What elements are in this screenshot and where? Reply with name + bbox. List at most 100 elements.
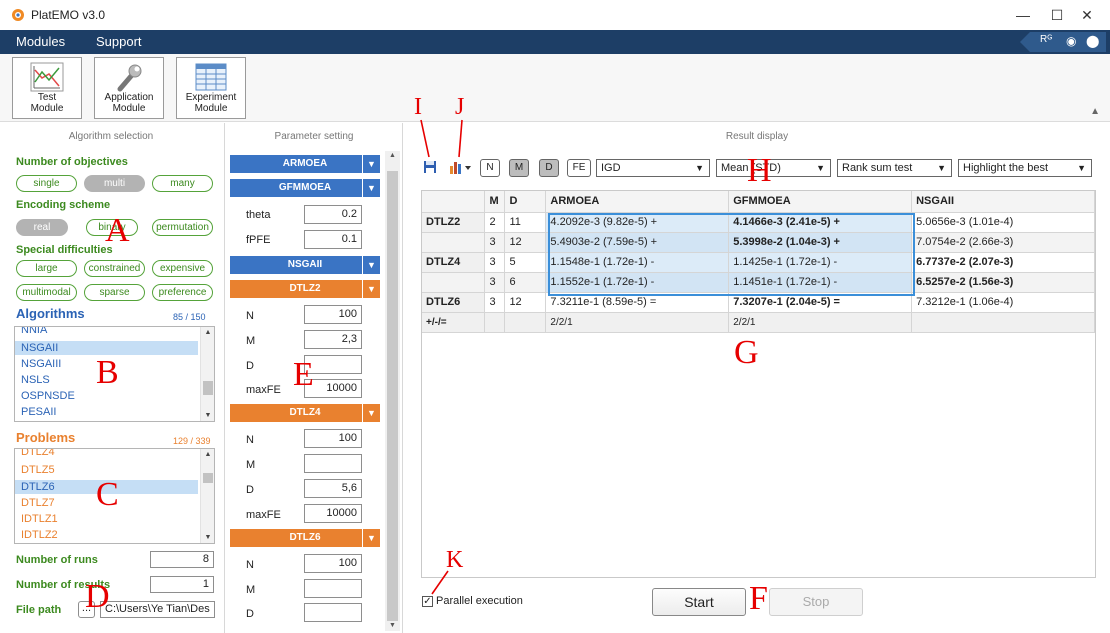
close-button[interactable]: ✕ — [1064, 2, 1110, 28]
special-constrained-chip[interactable]: constrained — [84, 260, 145, 277]
chart-dropdown-icon[interactable] — [449, 159, 473, 175]
column-header[interactable]: GFMMOEA — [728, 191, 913, 213]
objective-many-chip[interactable]: many — [152, 175, 213, 192]
encoding-permutation-chip[interactable]: permutation — [152, 219, 213, 236]
result-table: M D ARMOEA GFMMOEA NSGAII DTLZ2 2 11 4.2… — [422, 191, 1095, 333]
column-header[interactable]: ARMOEA — [545, 191, 730, 213]
scroll-thumb[interactable] — [387, 171, 398, 621]
panel-divider — [224, 123, 225, 633]
list-item[interactable]: NNIA — [19, 327, 198, 337]
save-icon[interactable] — [423, 160, 437, 174]
list-item[interactable]: DTLZ4 — [19, 449, 198, 459]
parameter-scrollbar[interactable]: ▲ ▼ — [385, 151, 400, 631]
param-input[interactable]: 100 — [304, 305, 362, 324]
list-item[interactable]: DTLZ5 — [19, 463, 198, 477]
param-block-dtlz4[interactable]: DTLZ4 ▼ — [230, 404, 380, 422]
statistic-select[interactable]: Mean (STD) ▼ — [716, 159, 831, 177]
param-block-armoea[interactable]: ARMOEA ▼ — [230, 155, 380, 173]
runs-input[interactable]: 8 — [150, 551, 214, 568]
algorithms-scrollbar[interactable]: ▲ ▼ — [200, 327, 214, 421]
toggle-d-button[interactable]: D — [539, 159, 559, 177]
param-input[interactable] — [304, 454, 362, 473]
column-header[interactable]: D — [504, 191, 547, 213]
column-header[interactable] — [422, 191, 486, 213]
param-input[interactable]: 100 — [304, 429, 362, 448]
toggle-fe-button[interactable]: FE — [567, 159, 591, 177]
column-header[interactable]: NSGAII — [911, 191, 1095, 213]
table-row[interactable]: DTLZ4 3 5 1.1548e-1 (1.72e-1) - 1.1425e-… — [422, 252, 1095, 273]
scroll-up-icon[interactable]: ▲ — [201, 329, 214, 336]
param-block-nsgaii[interactable]: NSGAII ▼ — [230, 256, 380, 274]
highlight-select[interactable]: Highlight the best ▼ — [958, 159, 1092, 177]
special-large-chip[interactable]: large — [16, 260, 77, 277]
param-label: D — [246, 484, 254, 496]
r-logo-icon[interactable]: Rᴳ — [1040, 34, 1052, 45]
list-item[interactable]: IDTLZ1 — [19, 512, 198, 526]
gfmmoea-cell: 1.1425e-1 (1.72e-1) - — [728, 252, 913, 273]
chevron-down-icon[interactable]: ▼ — [362, 280, 380, 298]
scroll-down-icon[interactable]: ▼ — [385, 622, 400, 629]
table-row[interactable]: 3 12 5.4903e-2 (7.59e-5) + 5.3998e-2 (1.… — [422, 232, 1095, 253]
experiment-module-button[interactable]: Experiment Module — [176, 57, 246, 119]
encoding-real-chip[interactable]: real — [16, 219, 68, 236]
list-item[interactable]: OSPNSDE — [19, 389, 198, 403]
stop-button[interactable]: Stop — [769, 588, 863, 616]
scroll-down-icon[interactable]: ▼ — [201, 534, 214, 541]
list-item-selected[interactable]: NSGAII — [15, 341, 198, 355]
table-row[interactable]: DTLZ2 2 11 4.2092e-3 (9.82e-5) + 4.1466e… — [422, 212, 1095, 233]
results-input[interactable]: 1 — [150, 576, 214, 593]
chevron-down-icon[interactable]: ▼ — [362, 256, 380, 274]
menu-support[interactable]: Support — [96, 34, 142, 49]
objective-multi-chip[interactable]: multi — [84, 175, 145, 192]
armoea-cell: 4.2092e-3 (9.82e-5) + — [545, 212, 730, 233]
param-block-dtlz2[interactable]: DTLZ2 ▼ — [230, 280, 380, 298]
special-multimodal-chip[interactable]: multimodal — [16, 284, 77, 301]
param-input[interactable]: 10000 — [304, 504, 362, 523]
list-item[interactable]: IDTLZ2 — [19, 528, 198, 542]
github-icon[interactable]: ◉ — [1066, 34, 1076, 48]
scroll-down-icon[interactable]: ▼ — [201, 412, 214, 419]
param-input[interactable] — [304, 579, 362, 598]
application-module-button[interactable]: Application Module — [94, 57, 164, 119]
param-input[interactable] — [304, 603, 362, 622]
collapse-toolbar-icon[interactable]: ▲ — [1090, 106, 1100, 117]
toggle-n-button[interactable]: N — [480, 159, 500, 177]
parallel-checkbox[interactable]: ✓ — [422, 596, 433, 607]
column-header[interactable]: M — [484, 191, 506, 213]
chevron-down-icon: ▼ — [695, 163, 704, 173]
param-label: N — [246, 559, 254, 571]
chevron-down-icon[interactable]: ▼ — [362, 179, 380, 197]
special-preference-chip[interactable]: preference — [152, 284, 213, 301]
param-input[interactable]: 2,3 — [304, 330, 362, 349]
toggle-m-button[interactable]: M — [509, 159, 529, 177]
metric-select[interactable]: IGD ▼ — [596, 159, 710, 177]
scroll-thumb[interactable] — [203, 473, 213, 483]
param-input[interactable]: 5,6 — [304, 479, 362, 498]
param-block-title: DTLZ6 — [289, 532, 321, 543]
table-row[interactable]: DTLZ6 3 12 7.3211e-1 (8.59e-5) = 7.3207e… — [422, 292, 1095, 313]
start-button[interactable]: Start — [652, 588, 746, 616]
chevron-down-icon[interactable]: ▼ — [362, 404, 380, 422]
test-module-button[interactable]: Test Module — [12, 57, 82, 119]
param-input[interactable]: 0.2 — [304, 205, 362, 224]
chevron-down-icon[interactable]: ▼ — [362, 529, 380, 547]
param-input[interactable]: 100 — [304, 554, 362, 573]
special-sparse-chip[interactable]: sparse — [84, 284, 145, 301]
param-block-gfmmoea[interactable]: GFMMOEA ▼ — [230, 179, 380, 197]
scroll-up-icon[interactable]: ▲ — [385, 152, 400, 159]
platemo-logo-icon — [12, 9, 24, 21]
list-item[interactable]: PESAII — [19, 405, 198, 419]
scroll-up-icon[interactable]: ▲ — [201, 451, 214, 458]
menu-modules[interactable]: Modules — [16, 34, 65, 49]
bell-icon[interactable]: ⬤ — [1086, 34, 1099, 48]
objective-single-chip[interactable]: single — [16, 175, 77, 192]
param-input[interactable]: 0.1 — [304, 230, 362, 249]
chevron-down-icon[interactable]: ▼ — [362, 155, 380, 173]
scroll-thumb[interactable] — [203, 381, 213, 395]
table-row[interactable]: 3 6 1.1552e-1 (1.72e-1) - 1.1451e-1 (1.7… — [422, 272, 1095, 293]
problems-scrollbar[interactable]: ▲ ▼ — [200, 449, 214, 543]
special-expensive-chip[interactable]: expensive — [152, 260, 213, 277]
param-block-dtlz6[interactable]: DTLZ6 ▼ — [230, 529, 380, 547]
test-select[interactable]: Rank sum test ▼ — [837, 159, 952, 177]
filepath-input[interactable]: C:\Users\Ye Tian\Des — [100, 601, 215, 618]
